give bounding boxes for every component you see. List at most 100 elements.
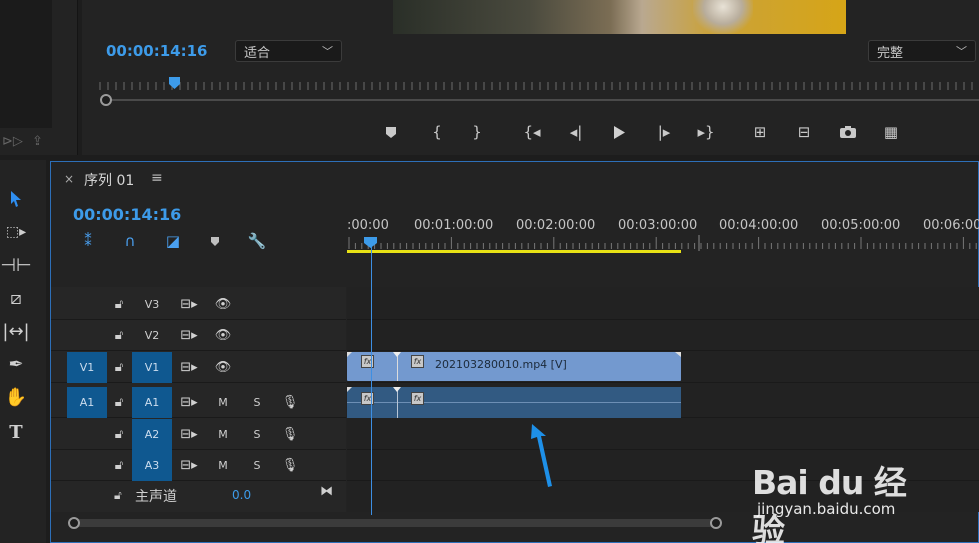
slip-tool[interactable]: |↔|: [2, 317, 30, 345]
lock-icon[interactable]: 🔓︎: [109, 419, 129, 450]
eye-icon[interactable]: 👁︎: [213, 289, 233, 320]
sync-lock-icon[interactable]: ⊟▸: [177, 450, 201, 481]
track-target-v1[interactable]: V1: [132, 352, 172, 383]
video-clip[interactable]: fx fx 202103280010.mp4 [V]: [347, 352, 681, 381]
track-header-v2: 🔓︎ V2 ⊟▸ 👁︎: [51, 320, 346, 351]
master-volume-value[interactable]: 0.0: [232, 488, 251, 502]
track-target-a1[interactable]: A1: [132, 387, 172, 418]
hand-tool[interactable]: ✋: [2, 383, 30, 411]
sync-lock-icon[interactable]: ⊟▸: [177, 419, 201, 450]
wrench-settings-icon[interactable]: 🔧: [245, 230, 269, 252]
lock-icon[interactable]: 🔓︎: [109, 320, 129, 351]
camera-icon: [840, 126, 856, 138]
source-patch-v1[interactable]: V1: [67, 352, 107, 383]
program-video-frame: [393, 0, 846, 34]
eye-icon[interactable]: 👁︎: [213, 320, 233, 351]
program-zoom-scrollbar[interactable]: [100, 94, 979, 106]
sync-lock-icon[interactable]: ⊟▸: [177, 387, 201, 418]
insert-icon[interactable]: ⊳▷: [2, 134, 23, 149]
type-icon: T: [9, 421, 23, 443]
solo-button[interactable]: S: [248, 450, 266, 481]
panel-menu-icon[interactable]: ≡: [151, 170, 163, 186]
timeline-time-ruler[interactable]: :00:00 00:01:00:00 00:02:00:00 00:03:00:…: [347, 205, 979, 255]
type-tool[interactable]: T: [2, 418, 30, 446]
track-target-v2[interactable]: V2: [132, 320, 172, 351]
fx-badge: fx: [411, 392, 424, 405]
lock-icon[interactable]: 🔓︎: [109, 289, 129, 320]
track-lane-divider: [347, 449, 979, 450]
add-marker-icon[interactable]: [203, 230, 227, 252]
scrollbar-thumb[interactable]: [74, 519, 719, 527]
mute-button[interactable]: M: [214, 450, 232, 481]
track-target-v3[interactable]: V3: [132, 289, 172, 320]
microphone-icon[interactable]: 🎙︎: [280, 387, 300, 418]
work-area-bar[interactable]: [347, 250, 681, 253]
sync-lock-icon[interactable]: ⊟▸: [177, 320, 201, 351]
chevron-down-icon: ﹀: [322, 45, 333, 58]
pen-tool[interactable]: ✒: [2, 350, 30, 378]
playhead-line[interactable]: [371, 245, 372, 515]
scrollbar-handle-right[interactable]: [710, 517, 722, 529]
compare-view-button[interactable]: ▦: [877, 120, 905, 144]
program-playhead[interactable]: [168, 76, 181, 90]
export-frame-button[interactable]: [834, 120, 862, 144]
microphone-icon[interactable]: 🎙︎: [280, 450, 300, 481]
solo-button[interactable]: S: [248, 387, 266, 418]
quality-dropdown[interactable]: 完整 ﹀: [868, 40, 976, 62]
scrollbar-handle-left[interactable]: [100, 94, 112, 106]
audio-clip[interactable]: fx fx: [347, 387, 681, 418]
extract-button[interactable]: ⊟: [790, 120, 818, 144]
zoom-dropdown[interactable]: 适合 ﹀: [235, 40, 342, 62]
sync-lock-icon[interactable]: ⊟▸: [177, 352, 201, 383]
go-to-in-button[interactable]: {◂: [518, 120, 546, 144]
master-lock-icon[interactable]: 🔓︎: [114, 488, 122, 503]
lock-icon[interactable]: 🔓︎: [109, 387, 129, 418]
pen-icon: ✒: [8, 353, 24, 375]
selection-tool[interactable]: [2, 185, 30, 213]
export-frame-icon[interactable]: ⇪: [32, 134, 43, 149]
baidu-watermark-url: jingyan.baidu.com: [757, 500, 896, 518]
track-select-tool[interactable]: ⬚▸: [2, 218, 30, 246]
timeline-playhead[interactable]: [363, 236, 378, 249]
lift-button[interactable]: ⊞: [746, 120, 774, 144]
mark-out-button[interactable]: }: [463, 120, 491, 144]
razor-tool[interactable]: ⧄: [2, 284, 30, 312]
master-keyframe-icon[interactable]: ⧓: [320, 484, 333, 499]
linked-selection-icon[interactable]: ◪: [161, 230, 185, 252]
program-time-ruler[interactable]: [98, 74, 977, 96]
selection-arrow-icon: [11, 191, 21, 207]
mute-button[interactable]: M: [214, 419, 232, 450]
scrollbar-handle-left[interactable]: [68, 517, 80, 529]
razor-icon: ⧄: [10, 287, 22, 309]
program-timecode[interactable]: 00:00:14:16: [106, 42, 208, 60]
ripple-edit-tool[interactable]: ⊣⊢: [0, 251, 31, 279]
mute-button[interactable]: M: [214, 387, 232, 418]
ruler-label: 00:02:00:00: [516, 218, 596, 233]
lock-icon[interactable]: 🔓︎: [109, 450, 129, 481]
tools-panel: ⬚▸ ⊣⊢ ⧄ |↔| ✒ ✋ T: [0, 160, 46, 543]
sequence-tab-title[interactable]: 序列 01: [84, 170, 134, 190]
ruler-label: 00:03:00:00: [618, 218, 698, 233]
timeline-zoom-scrollbar[interactable]: [52, 516, 979, 530]
track-lane-divider: [347, 382, 979, 383]
step-back-button[interactable]: ◂|: [562, 120, 590, 144]
mark-in-button[interactable]: {: [423, 120, 451, 144]
source-patch-a1[interactable]: A1: [67, 387, 107, 418]
play-button[interactable]: [605, 120, 633, 144]
add-marker-button[interactable]: [377, 120, 405, 144]
go-to-out-button[interactable]: ▸}: [692, 120, 720, 144]
step-forward-button[interactable]: |▸: [650, 120, 678, 144]
track-target-a3[interactable]: A3: [132, 450, 172, 481]
sync-lock-icon[interactable]: ⊟▸: [177, 289, 201, 320]
compare-icon: ▦: [883, 123, 899, 141]
eye-icon[interactable]: 👁︎: [213, 352, 233, 383]
lift-icon: ⊞: [753, 123, 767, 141]
track-target-a2[interactable]: A2: [132, 419, 172, 450]
nest-sequence-icon[interactable]: ⁑: [76, 230, 100, 252]
lock-icon[interactable]: 🔓︎: [109, 352, 129, 383]
snap-magnet-icon[interactable]: ∩: [118, 230, 142, 252]
solo-button[interactable]: S: [248, 419, 266, 450]
timeline-timecode[interactable]: 00:00:14:16: [73, 205, 181, 224]
microphone-icon[interactable]: 🎙︎: [280, 419, 300, 450]
close-tab-icon[interactable]: ×: [64, 172, 74, 186]
